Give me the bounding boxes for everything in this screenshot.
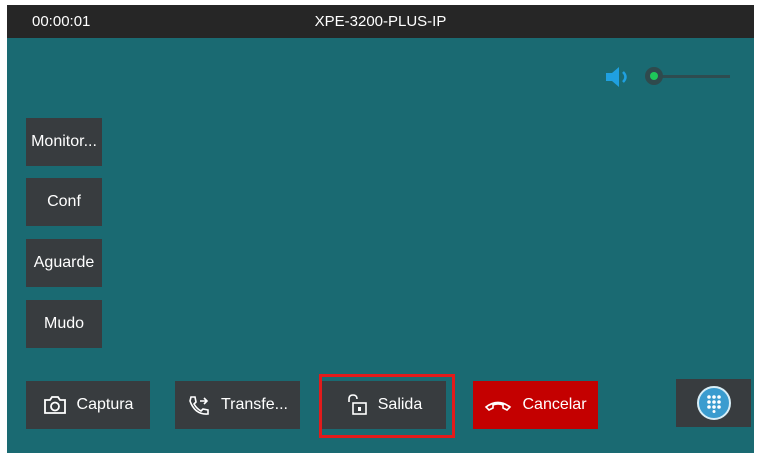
call-screen: 00:00:01 XPE-3200-PLUS-IP Monitor... Con… [7,5,754,453]
conf-button-label: Conf [47,193,81,210]
volume-slider-track[interactable] [653,75,730,78]
dialpad-button[interactable] [676,379,751,427]
capture-button-label: Captura [76,396,134,413]
volume-slider-knob[interactable] [645,67,663,85]
hold-button[interactable]: Aguarde [26,239,102,287]
monitor-button-label: Monitor... [31,133,97,150]
status-bar: 00:00:01 XPE-3200-PLUS-IP [7,5,754,38]
conf-button[interactable]: Conf [26,178,102,226]
phone-transfer-icon [189,396,209,415]
mute-button[interactable]: Mudo [26,300,102,348]
device-name: XPE-3200-PLUS-IP [314,13,447,30]
hang-up-icon [485,401,512,411]
hold-button-label: Aguarde [33,254,95,271]
monitor-button[interactable]: Monitor... [26,118,102,166]
selected-highlight [319,374,455,438]
cancel-button-label: Cancelar [522,396,587,413]
mute-button-label: Mudo [43,315,85,332]
cancel-button[interactable]: Cancelar [473,381,598,429]
dialpad-icon [696,386,731,420]
capture-button[interactable]: Captura [26,381,150,429]
transfer-button-label: Transfe... [221,396,288,413]
transfer-button[interactable]: Transfe... [175,381,300,429]
speaker-icon[interactable] [604,65,634,89]
camera-icon [43,396,66,414]
